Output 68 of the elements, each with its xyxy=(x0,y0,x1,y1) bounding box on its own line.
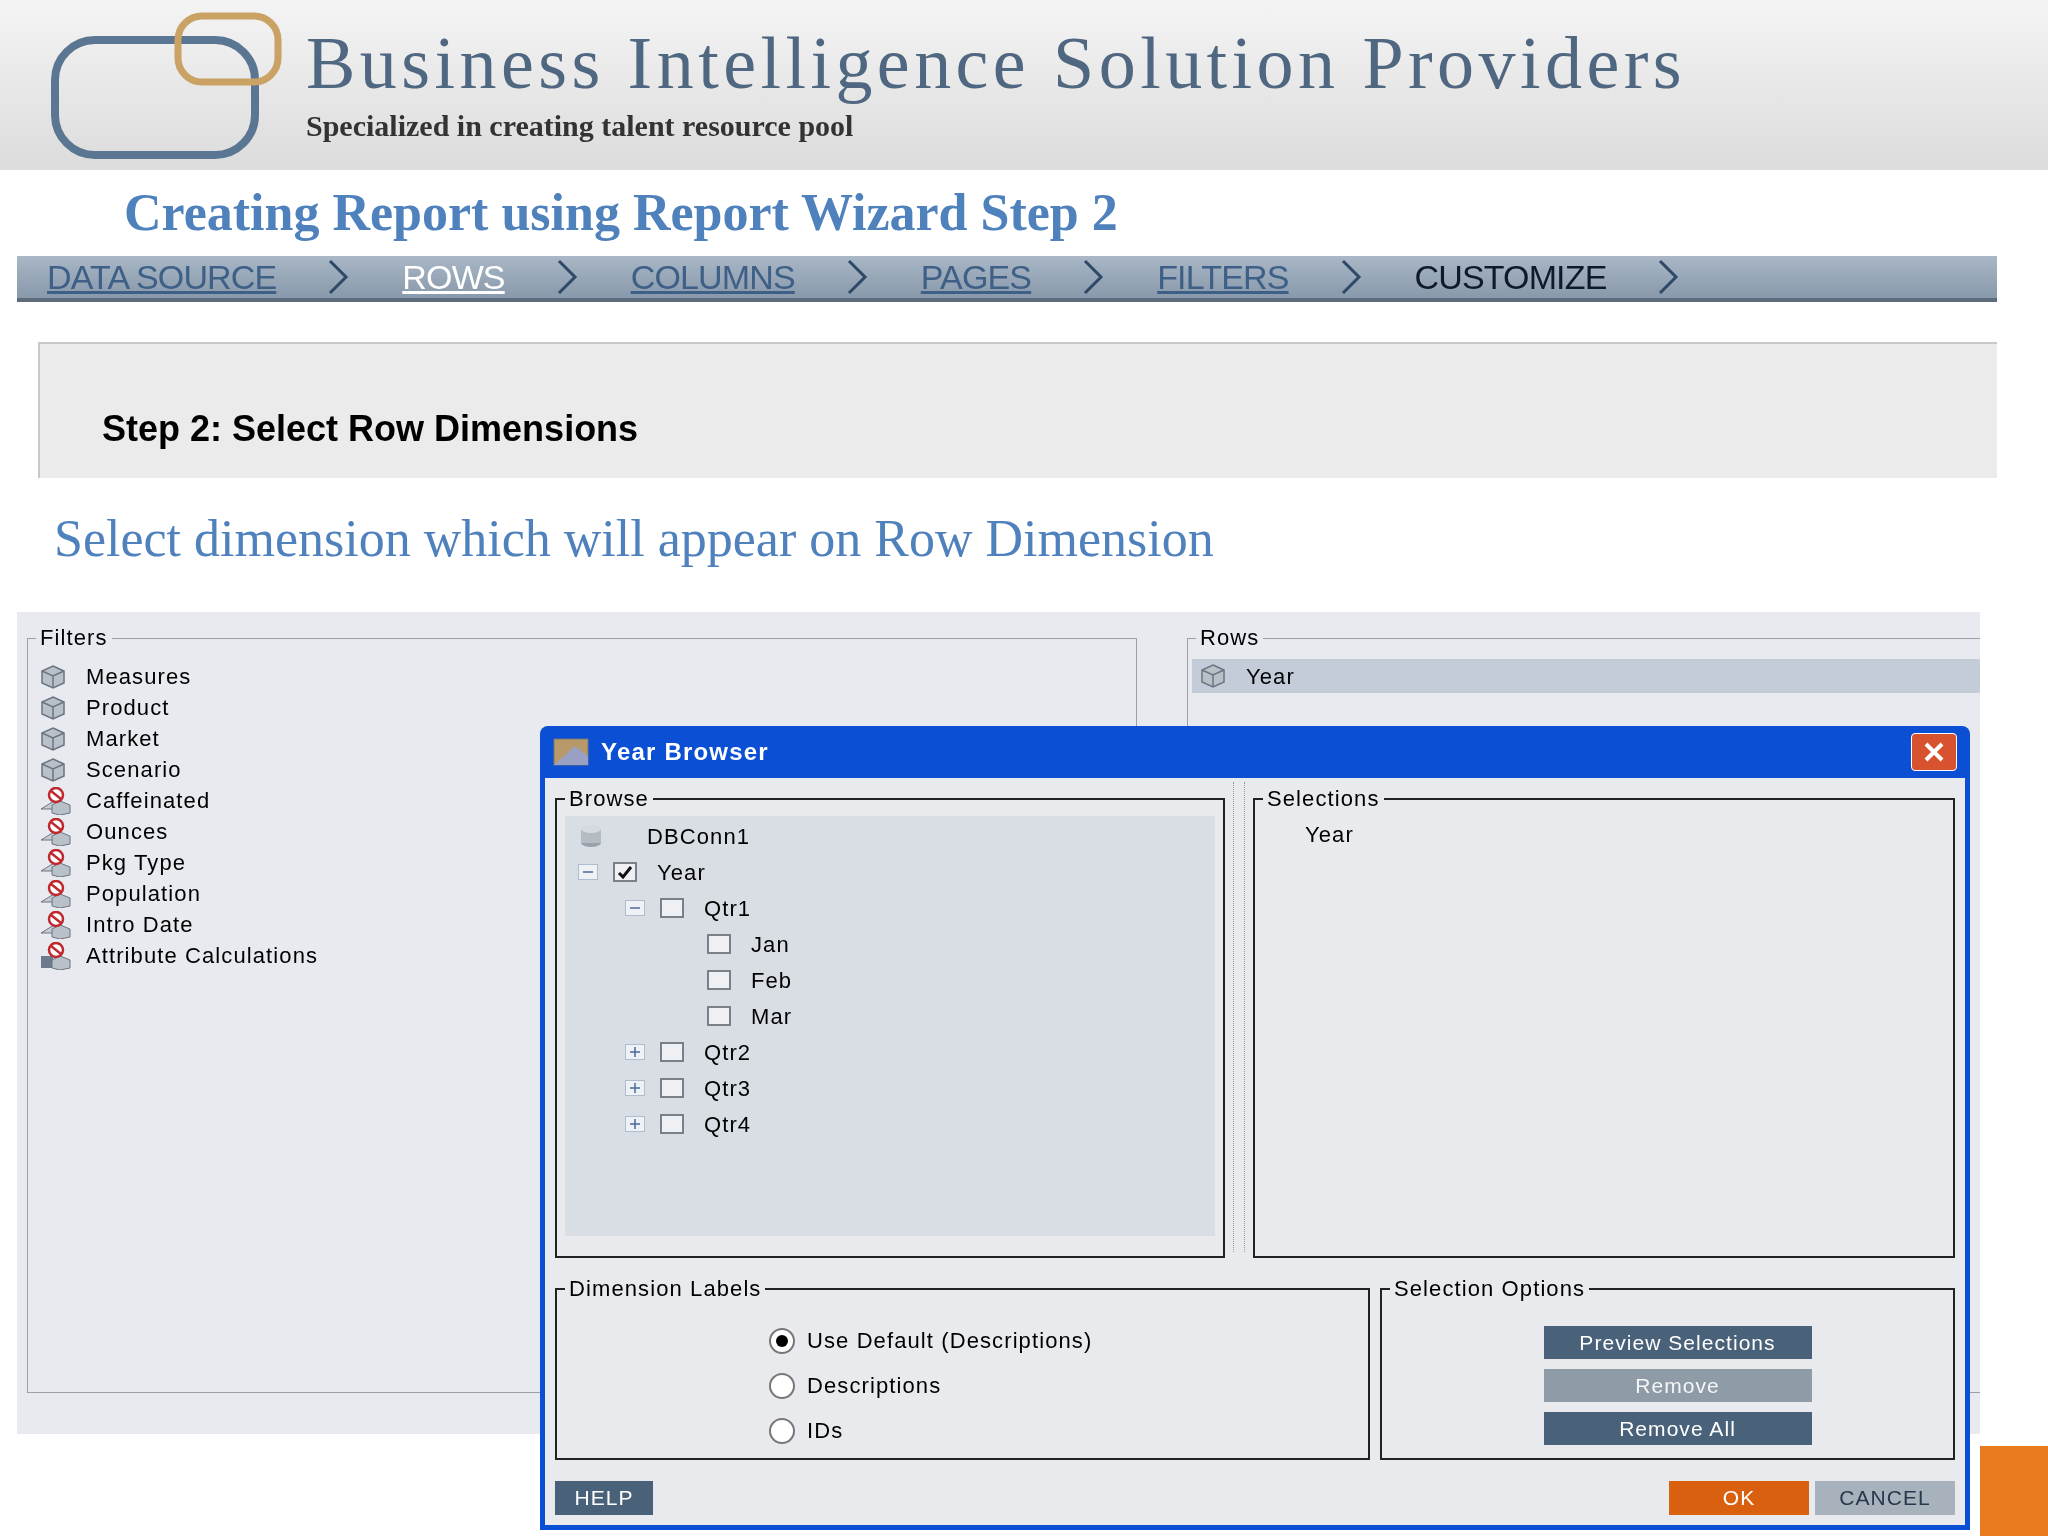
cube-icon xyxy=(40,725,66,752)
tree-item-label[interactable]: DBConn1 xyxy=(647,819,751,853)
selection-item[interactable]: Year xyxy=(1305,818,1953,852)
expand-toggle-icon[interactable] xyxy=(625,1044,645,1060)
tree-item-label[interactable]: Feb xyxy=(751,963,793,997)
company-name: Business Intelligence Solution Providers xyxy=(306,22,1686,103)
filter-item[interactable]: Population xyxy=(86,877,201,910)
tree-checkbox[interactable] xyxy=(613,862,637,882)
splitter-handle[interactable] xyxy=(1233,782,1245,1252)
tree-item-label[interactable]: Mar xyxy=(751,999,793,1033)
dialog-title: Year Browser xyxy=(601,737,769,767)
tag-cube-icon xyxy=(40,817,72,846)
radio-label[interactable]: Descriptions xyxy=(807,1369,942,1402)
instruction-text: Select dimension which will appear on Row Dimension xyxy=(54,509,1214,569)
step-heading: Step 2: Select Row Dimensions xyxy=(102,407,639,451)
company-tagline: Specialized in creating talent resource pool xyxy=(306,107,855,144)
filter-item[interactable]: Pkg Type xyxy=(86,846,187,879)
tree-item-label[interactable]: Year xyxy=(657,855,706,889)
calculator-cube-icon xyxy=(40,941,72,970)
help-button[interactable]: HELP xyxy=(555,1481,653,1515)
tree-item-label[interactable]: Jan xyxy=(751,927,790,961)
tree-checkbox[interactable] xyxy=(660,1114,684,1134)
radio-label[interactable]: IDs xyxy=(807,1414,844,1447)
tree-item-label[interactable]: Qtr3 xyxy=(704,1071,752,1105)
wizard-step-link[interactable]: CUSTOMIZE xyxy=(1414,251,1607,303)
tree-item-label[interactable]: Qtr1 xyxy=(704,891,752,925)
close-button[interactable] xyxy=(1911,733,1957,771)
cube-icon xyxy=(1200,663,1226,689)
expand-toggle-icon[interactable] xyxy=(625,1080,645,1096)
window-app-icon xyxy=(553,738,589,766)
rows-item[interactable]: Year xyxy=(1192,659,1980,693)
filter-item[interactable]: Market xyxy=(86,722,160,755)
cube-icon xyxy=(40,756,66,783)
tree-checkbox[interactable] xyxy=(660,1042,684,1062)
database-icon xyxy=(579,824,603,848)
filter-item[interactable]: Product xyxy=(86,691,170,724)
tag-cube-icon xyxy=(40,879,72,908)
tree-item-label[interactable]: Qtr4 xyxy=(704,1107,752,1141)
radio-button[interactable] xyxy=(769,1372,795,1399)
cube-icon xyxy=(40,694,66,721)
tree-item-label[interactable]: Qtr2 xyxy=(704,1035,752,1069)
tag-cube-icon xyxy=(40,848,72,877)
filter-item[interactable]: Intro Date xyxy=(86,908,194,941)
tree-checkbox[interactable] xyxy=(707,1006,731,1026)
selection-option-button[interactable]: Preview Selections xyxy=(1543,1326,1812,1359)
filter-item[interactable]: Ounces xyxy=(86,815,169,848)
tag-cube-icon xyxy=(40,786,72,815)
collapse-toggle-icon[interactable] xyxy=(625,900,645,916)
tag-cube-icon xyxy=(40,910,72,939)
selection-option-button[interactable]: Remove All xyxy=(1543,1412,1812,1445)
filter-item[interactable]: Scenario xyxy=(86,753,182,786)
filter-item[interactable]: Attribute Calculations xyxy=(86,939,319,972)
cancel-button[interactable]: CANCEL xyxy=(1815,1481,1955,1515)
tree-checkbox[interactable] xyxy=(707,970,731,990)
tree-checkbox[interactable] xyxy=(660,898,684,918)
close-icon xyxy=(1923,741,1945,763)
radio-button[interactable] xyxy=(769,1417,795,1444)
filter-item[interactable]: Caffeinated xyxy=(86,784,211,817)
tree-checkbox[interactable] xyxy=(707,934,731,954)
cube-icon xyxy=(40,663,66,690)
ok-button[interactable]: OK xyxy=(1669,1481,1809,1515)
expand-toggle-icon[interactable] xyxy=(625,1116,645,1132)
collapse-toggle-icon[interactable] xyxy=(578,864,598,880)
slide-title: Creating Report using Report Wizard Step 2 xyxy=(124,183,1118,243)
radio-label[interactable]: Use Default (Descriptions) xyxy=(807,1324,1093,1357)
radio-button[interactable] xyxy=(769,1327,795,1354)
tree-checkbox[interactable] xyxy=(660,1078,684,1098)
filter-item[interactable]: Measures xyxy=(86,660,192,693)
